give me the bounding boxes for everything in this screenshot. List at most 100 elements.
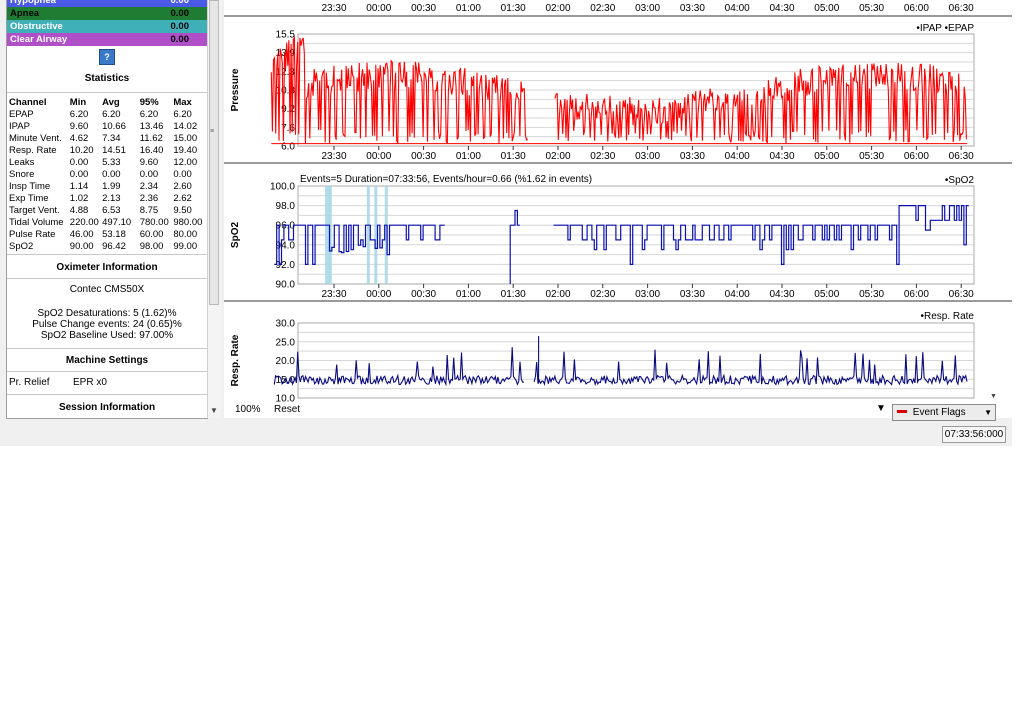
event-value: 0.00 [170,0,190,6]
table-cell: 11.62 [139,133,163,144]
table-row: Target Vent. 4.88 6.53 8.75 9.50 [9,205,207,217]
time-tick-label: 06:30 [949,151,974,162]
event-flag-marker [366,186,370,284]
time-tick-label: 04:30 [769,151,794,162]
table-cell: Minute Vent. [9,133,62,144]
table-cell: 60.00 [139,229,164,240]
session-time: 07:33:56:000 [942,426,1006,443]
table-cell: 13.46 [139,121,164,132]
table-cell: 12.00 [173,157,198,168]
column-header: Channel [9,97,47,108]
table-cell: 1.14 [69,181,89,192]
table-cell: 7.34 [102,133,121,144]
table-cell: 497.10 [102,217,132,228]
table-cell: 6.53 [102,205,121,216]
column-header: Avg [102,97,120,108]
table-row: EPAP 6.20 6.20 6.20 6.20 [9,109,207,121]
oximeter-line: Pulse Change events: 24 (0.65)% [32,319,182,330]
table-cell: 8.75 [139,205,159,216]
time-tick-label: 05:30 [859,289,884,300]
event-row[interactable]: Hypopnea 0.00 [7,0,207,7]
time-tick-label: 00:00 [366,289,391,300]
table-cell: 0.00 [69,169,89,180]
time-tick-label: 01:30 [501,3,526,14]
time-tick-label: 23:30 [321,3,346,14]
event-row[interactable]: Obstructive 0.00 [7,20,207,33]
event-name: Obstructive [10,21,63,32]
table-cell: EPAP [9,109,34,120]
setting-label: Pr. Relief [9,377,50,388]
table-cell: 10.66 [102,121,126,132]
dropdown-arrow-icon[interactable]: ▼ [876,403,886,414]
time-tick-label: 01:00 [456,151,481,162]
statistics-body: EPAP 6.20 6.20 6.20 6.20 IPAP 9.60 10.66 13.46 14… [9,109,207,253]
column-header: Min [69,97,87,108]
event-row[interactable]: Clear Airway 0.00 [7,33,207,46]
graph-bottom-bar: 100% Reset ▼ Event Flags ▼ [226,402,1006,421]
reset-button[interactable]: Reset [274,404,300,415]
time-tick-label: 02:00 [545,289,570,300]
table-cell: Resp. Rate [9,145,57,156]
table-cell: 16.40 [139,145,164,156]
event-flags-label: Event Flags [912,407,966,418]
time-tick-label: 03:30 [680,151,705,162]
time-tick-label: 06:00 [904,151,929,162]
y-tick-label: 15.5 [276,30,296,41]
event-value: 0.00 [170,21,190,32]
time-tick-label: 04:30 [769,289,794,300]
table-row: Insp Time 1.14 1.99 2.34 2.60 [9,181,207,193]
help-button[interactable]: ? [99,49,115,65]
time-tick-label: 06:00 [904,289,929,300]
table-cell: 4.62 [69,133,89,144]
event-row[interactable]: Apnea 0.00 [7,7,207,20]
time-tick-label: 05:00 [814,289,839,300]
table-cell: 19.40 [173,145,198,156]
y-axis-label: SpO2 [230,222,241,249]
setting-value: EPR x0 [73,377,107,388]
time-tick-label: 00:30 [411,151,436,162]
y-axis-label: Resp. Rate [230,334,241,386]
event-flags-dropdown[interactable]: Event Flags ▼ [892,404,996,421]
time-tick-label: 01:00 [456,289,481,300]
event-value: 0.00 [170,8,190,19]
event-value: 0.00 [170,34,190,45]
machine-settings-title: Machine Settings [65,355,149,366]
oximeter-device: Contec CMS50X [69,284,145,295]
oximeter-line: SpO2 Baseline Used: 97.00% [40,330,174,341]
time-tick-label: 02:30 [590,151,615,162]
time-tick-label: 05:30 [859,151,884,162]
time-tick-label: 00:00 [366,3,391,14]
table-cell: 0.00 [173,169,192,180]
scroll-down-icon[interactable]: ▼ [210,406,218,415]
table-cell: 80.00 [173,229,198,240]
legend-label: •IPAP •EPAP [916,23,974,34]
time-tick-label: 03:00 [635,3,660,14]
table-cell: 4.88 [69,205,89,216]
table-cell: 780.00 [139,217,169,228]
zoom-level: 100% [235,404,261,415]
table-row: IPAP 9.60 10.66 13.46 14.02 [9,121,207,133]
sidebar-scrollbar[interactable]: ≡ ▼ [207,0,221,418]
table-row: Exp Time 1.02 2.13 2.36 2.62 [9,193,207,205]
table-cell: 0.00 [69,157,89,168]
event-flag-marker [374,186,378,284]
table-cell: 14.51 [102,145,126,156]
table-cell: 2.36 [139,193,159,204]
time-tick-label: 01:00 [456,3,481,14]
legend-label: •Resp. Rate [920,311,974,322]
statistics-header-row: Channel Min Avg 95% Max [9,97,207,109]
scrollbar-thumb[interactable] [209,0,219,305]
time-tick-label: 04:00 [725,289,750,300]
table-cell: 1.02 [69,193,89,204]
time-tick-label: 05:00 [814,151,839,162]
y-axis-label: Pressure [230,68,241,111]
table-cell: Snore [9,169,35,180]
oximeter-stats: SpO2 Desaturations: 5 (1.62)% Pulse Chan… [7,308,207,341]
event-name: Clear Airway [10,34,68,45]
table-cell: 0.00 [102,169,121,180]
table-cell: Tidal Volume [9,217,64,228]
table-cell: 99.00 [173,241,198,252]
time-tick-label: 05:30 [859,3,884,14]
graphs-canvas[interactable]: 23:30 00:00 00:30 01:00 01:30 02:00 02:30 03:00… [224,0,1012,418]
time-tick-label: 01:30 [501,151,526,162]
